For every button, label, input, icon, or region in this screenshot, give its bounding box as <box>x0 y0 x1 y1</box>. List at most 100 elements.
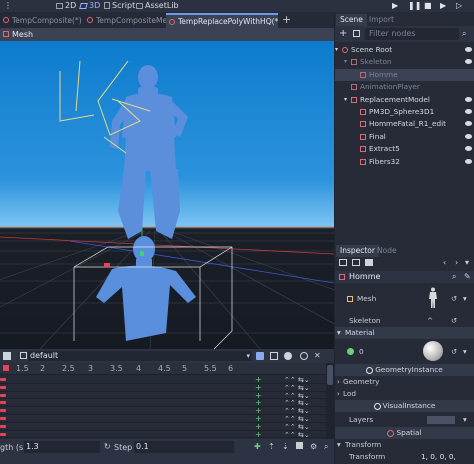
length-field[interactable]: 1.3 <box>24 441 100 453</box>
keyframe-icon[interactable] <box>0 401 6 405</box>
tree-node[interactable]: Homme <box>335 68 474 81</box>
chevron-down-icon[interactable]: ▾ <box>344 94 347 106</box>
tree-node[interactable]: HommeFatal_R1_edit <box>335 118 474 130</box>
history-list-icon[interactable]: ▾ <box>465 258 469 267</box>
layers-property[interactable]: Layers ▾ <box>335 414 474 426</box>
material-section[interactable]: ▾ Material <box>335 327 474 339</box>
reload-icon[interactable]: ↺ <box>451 293 457 305</box>
tools-icon[interactable]: ✎ <box>464 272 471 281</box>
tree-node[interactable]: Fibers32 <box>335 156 474 168</box>
mode-script-button[interactable]: Script <box>104 0 135 12</box>
tree-node[interactable]: ▾ Skeleton <box>335 56 474 68</box>
keyframe-icon[interactable] <box>0 393 6 397</box>
track-options-icon[interactable]: ⌃⌃ ⇆⌄ <box>284 423 310 431</box>
play-icon[interactable]: ▶ <box>392 0 398 12</box>
keyframe-icon[interactable] <box>0 417 6 420</box>
track-options-icon[interactable]: ⌃⌃ ⇆⌄ <box>284 407 310 415</box>
keyframe-icon[interactable] <box>0 385 6 389</box>
track-options-icon[interactable]: ⌃⌃ ⇆⌄ <box>284 399 310 407</box>
move-up-icon[interactable]: ⇡ <box>268 442 275 451</box>
bust-model[interactable] <box>96 236 196 341</box>
track-row[interactable]: + ⌃⌃ ⇆⌄ <box>0 430 326 439</box>
track-options-icon[interactable]: ⌃⌃ ⇆⌄ <box>284 392 310 400</box>
track-row[interactable]: + ⌃⌃ ⇆⌄ <box>0 422 326 431</box>
chevron-down-icon[interactable]: ▾ <box>463 346 467 358</box>
mode-3d-button[interactable]: 3D <box>79 0 100 12</box>
keyframe-icon[interactable] <box>0 424 6 428</box>
keyframe-icon[interactable] <box>0 409 6 413</box>
zoom-icon[interactable]: ⌕ <box>324 442 328 452</box>
tree-node[interactable]: ▾ Scene Root <box>335 44 474 56</box>
gizmo-handle-y-icon[interactable] <box>140 251 144 256</box>
lod-section[interactable]: › Lod <box>335 388 474 400</box>
tree-node[interactable]: ▾ ReplacementModel <box>335 94 474 106</box>
mode-assetlib-button[interactable]: AssetLib <box>136 0 179 12</box>
add-track-icon[interactable]: ✚ <box>254 442 261 451</box>
filter-nodes-input[interactable]: Filter nodes <box>365 28 459 40</box>
history-forward-icon[interactable]: › <box>455 258 458 267</box>
mesh-property[interactable]: Mesh ↺ ▾ <box>335 287 474 308</box>
history-back-icon[interactable]: ‹ <box>443 258 446 267</box>
gizmo-handle-x-icon[interactable] <box>104 263 110 267</box>
time-ruler[interactable]: 1.5 2 2.5 3 3.5 4 4.5 5 5.5 6 <box>0 363 326 375</box>
track-options-icon[interactable]: ⌃⌃ ⇆⌄ <box>284 415 310 423</box>
track-row[interactable]: + ⌃⌃ ⇆⌄ <box>0 376 326 384</box>
visibility-icon[interactable] <box>465 133 472 139</box>
track-options-icon[interactable]: ⌃⌃ ⇆⌄ <box>284 384 310 392</box>
viewport-scene[interactable] <box>0 41 334 349</box>
visibility-icon[interactable] <box>465 121 472 127</box>
add-node-icon[interactable]: + <box>339 28 347 39</box>
visibility-icon[interactable] <box>465 146 472 152</box>
tree-node[interactable]: AnimationPlayer <box>335 81 474 93</box>
track-options-icon[interactable]: ⌃⌃ ⇆⌄ <box>284 431 310 439</box>
animation-selector[interactable]: default ▾ <box>28 351 252 361</box>
play-custom-icon[interactable]: ▷ <box>456 0 462 12</box>
scene-tree[interactable]: ▾ Scene Root ▾ Skeleton Homme AnimationPlayer… <box>335 44 474 174</box>
pin-icon[interactable] <box>300 352 308 360</box>
tree-node[interactable]: Extract5 <box>335 143 474 155</box>
transform-section[interactable]: ▾ Transform <box>335 439 474 451</box>
tree-node[interactable]: Final <box>335 131 474 143</box>
instance-scene-icon[interactable] <box>353 30 360 37</box>
tab-scene[interactable]: Scene <box>336 14 367 26</box>
visualinstance-header[interactable]: VisualInstance <box>335 400 474 412</box>
onion-skin-icon[interactable] <box>284 352 292 360</box>
reload-icon[interactable]: ↺ <box>451 346 457 358</box>
skeleton-property[interactable]: Skeleton ^ ↺ <box>335 315 474 327</box>
tab-tempcompositemesh[interactable]: TempCompositeMesh <box>84 13 166 28</box>
pause-icon[interactable]: ❚❚ <box>408 0 421 12</box>
edit-animation-icon[interactable] <box>270 352 278 360</box>
delete-track-icon[interactable] <box>296 442 303 449</box>
track-row[interactable]: + ⌃⌃ ⇆⌄ <box>0 391 326 400</box>
settings-icon[interactable]: ⚙ <box>310 442 317 451</box>
transform-property[interactable]: Transform 1, 0, 0, 0, <box>335 451 474 463</box>
transform-value[interactable]: 1, 0, 0, 0, <box>421 451 456 463</box>
mesh-preview[interactable] <box>427 287 439 309</box>
chevron-down-icon[interactable]: ▾ <box>344 56 347 68</box>
scrollbar-thumb[interactable] <box>327 365 333 385</box>
close-icon[interactable]: ✕ <box>314 351 321 360</box>
visibility-icon[interactable] <box>465 59 472 65</box>
reload-icon[interactable]: ↺ <box>451 315 457 327</box>
geometryinstance-header[interactable]: GeometryInstance <box>335 364 474 376</box>
3d-viewport[interactable] <box>0 41 334 349</box>
open-resource-icon[interactable] <box>352 259 360 266</box>
track-options-icon[interactable]: ⌃⌃ ⇆⌄ <box>284 376 310 384</box>
visibility-icon[interactable] <box>465 96 472 102</box>
visibility-icon[interactable] <box>465 158 472 164</box>
mode-2d-button[interactable]: 2D <box>56 0 76 12</box>
loop-icon[interactable]: ↻ <box>104 442 111 451</box>
step-field[interactable]: 0.1 <box>134 441 234 453</box>
inspected-object-row[interactable]: Homme ⌕ ✎ <box>335 271 474 283</box>
material-preview[interactable] <box>423 341 443 361</box>
tree-node[interactable]: PM3D_Sphere3D1 <box>335 106 474 118</box>
material-slot-0[interactable]: 0 ↺ ▾ <box>335 341 474 361</box>
play-scene-icon[interactable]: ▶ <box>440 0 446 12</box>
stop-icon[interactable]: ■ <box>424 0 432 12</box>
keyframe-icon[interactable] <box>0 432 6 436</box>
layers-grid[interactable] <box>427 416 455 424</box>
tab-tempreplacepolywithhq[interactable]: TempReplacePolyWithHQ(*) <box>166 13 278 28</box>
track-row[interactable]: + ⌃⌃ ⇆⌄ <box>0 407 326 415</box>
visibility-icon[interactable] <box>465 109 472 114</box>
track-scrollbar[interactable] <box>326 363 334 439</box>
